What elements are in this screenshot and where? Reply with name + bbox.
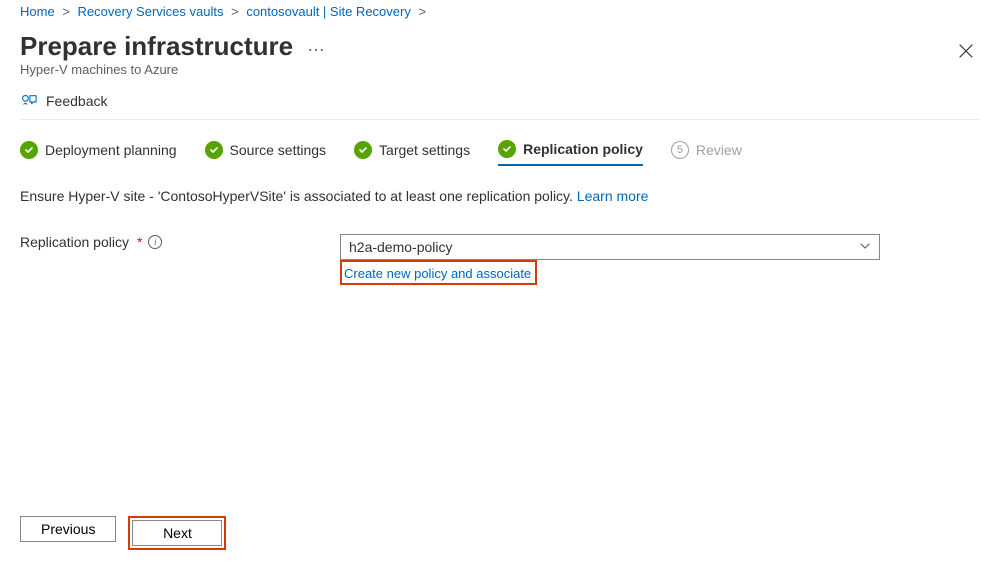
step-target-settings[interactable]: Target settings: [354, 141, 470, 165]
step-deployment-planning[interactable]: Deployment planning: [20, 141, 177, 165]
chevron-down-icon: [859, 240, 871, 255]
description-body: Ensure Hyper-V site - 'ContosoHyperVSite…: [20, 188, 577, 204]
replication-policy-label: Replication policy: [20, 234, 129, 250]
breadcrumb-recovery-services-vaults[interactable]: Recovery Services vaults: [78, 4, 224, 19]
step-replication-policy[interactable]: Replication policy: [498, 140, 643, 166]
step-review[interactable]: 5 Review: [671, 141, 742, 165]
breadcrumb-separator: >: [62, 4, 70, 19]
create-new-policy-link[interactable]: Create new policy and associate: [344, 266, 531, 281]
next-button[interactable]: Next: [132, 520, 222, 546]
step-source-settings[interactable]: Source settings: [205, 141, 327, 165]
previous-button[interactable]: Previous: [20, 516, 116, 542]
close-button[interactable]: [952, 37, 980, 65]
step-label: Target settings: [379, 142, 470, 158]
description-text: Ensure Hyper-V site - 'ContosoHyperVSite…: [20, 188, 980, 204]
check-icon: [20, 141, 38, 159]
step-label: Review: [696, 142, 742, 158]
dropdown-value: h2a-demo-policy: [349, 239, 453, 255]
page-title: Prepare infrastructure: [20, 31, 293, 62]
page-subtitle: Hyper-V machines to Azure: [20, 62, 325, 77]
check-icon: [498, 140, 516, 158]
close-icon: [959, 44, 973, 58]
replication-policy-dropdown[interactable]: h2a-demo-policy: [340, 234, 880, 260]
breadcrumb-separator: >: [231, 4, 239, 19]
step-label: Replication policy: [523, 141, 643, 157]
step-label: Source settings: [230, 142, 327, 158]
learn-more-link[interactable]: Learn more: [577, 188, 649, 204]
breadcrumb-home[interactable]: Home: [20, 4, 55, 19]
step-number-icon: 5: [671, 141, 689, 159]
required-indicator: *: [137, 234, 142, 250]
wizard-steps: Deployment planning Source settings Targ…: [20, 140, 980, 166]
breadcrumb: Home > Recovery Services vaults > contos…: [20, 0, 980, 19]
breadcrumb-separator: >: [418, 4, 426, 19]
info-icon[interactable]: i: [148, 235, 162, 249]
feedback-link[interactable]: Feedback: [46, 93, 107, 109]
check-icon: [354, 141, 372, 159]
check-icon: [205, 141, 223, 159]
step-label: Deployment planning: [45, 142, 177, 158]
more-actions-icon[interactable]: …: [307, 36, 325, 54]
breadcrumb-contosovault-site-recovery[interactable]: contosovault | Site Recovery: [246, 4, 411, 19]
feedback-icon: [20, 93, 38, 109]
